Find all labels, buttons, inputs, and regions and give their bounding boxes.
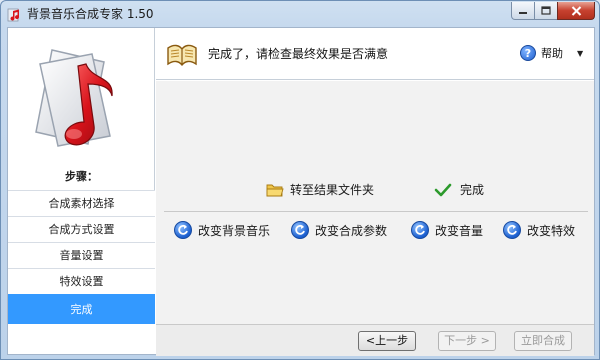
app-music-icon: [7, 8, 20, 22]
divider: [164, 211, 588, 212]
step-finish[interactable]: 完成: [8, 294, 155, 324]
action-label: 改变背景音乐: [198, 223, 271, 238]
steps-sidebar: 步骤： 合成素材选择 合成方式设置 音量设置 特效设置 完成: [8, 28, 155, 324]
finish-label: 完成: [460, 183, 485, 197]
wizard-button-bar: <上一步 下一步 > 立即合成: [156, 324, 594, 356]
page-header: 完成了，请检查最终效果是否满意 ? 帮助 ▼: [156, 28, 594, 80]
title-bar[interactable]: 背景音乐合成专家 1.50: [1, 1, 599, 27]
music-logo-icon: [35, 49, 113, 147]
maximize-icon: [541, 6, 551, 15]
chevron-down-icon: ▼: [577, 48, 584, 58]
maximize-button[interactable]: [534, 2, 558, 20]
check-icon: [434, 183, 452, 196]
refresh-arrow-icon: [174, 221, 192, 239]
finish-link[interactable]: 完成: [434, 181, 484, 198]
minimize-button[interactable]: [511, 2, 535, 20]
step-volume[interactable]: 音量设置: [8, 242, 155, 268]
next-button[interactable]: 下一步 >: [438, 331, 496, 351]
action-label: 改变音量: [435, 223, 484, 238]
step-material-select[interactable]: 合成素材选择: [8, 190, 155, 216]
step-label: 合成方式设置: [48, 223, 115, 236]
page-title: 完成了，请检查最终效果是否满意: [208, 47, 389, 61]
steps-title: 步骤：: [65, 170, 98, 183]
refresh-arrow-icon: [291, 221, 309, 239]
close-icon: [571, 5, 581, 16]
goto-folder-label: 转至结果文件夹: [290, 183, 375, 197]
window-title: 背景音乐合成专家 1.50: [27, 7, 154, 21]
action-label: 改变特效: [527, 223, 576, 238]
change-effects-link[interactable]: 改变特效: [503, 221, 575, 239]
help-icon: ?: [520, 45, 536, 61]
change-params-link[interactable]: 改变合成参数: [291, 221, 387, 239]
main-content: 转至结果文件夹 完成 改变背景音乐 改变合成参数 改变音量 改变特效: [156, 81, 594, 324]
help-label: 帮助: [541, 47, 563, 60]
close-button[interactable]: [557, 2, 595, 20]
client-area: 步骤： 合成素材选择 合成方式设置 音量设置 特效设置 完成 完成了，请检查最终…: [7, 27, 595, 356]
refresh-arrow-icon: [411, 221, 429, 239]
folder-icon: [266, 184, 284, 196]
app-window: 背景音乐合成专家 1.50 步骤： 合成素材选择 合成方式设置 音量设置 特效设…: [0, 0, 600, 360]
step-label: 音量设置: [59, 249, 104, 262]
change-volume-link[interactable]: 改变音量: [411, 221, 483, 239]
step-effects[interactable]: 特效设置: [8, 268, 155, 294]
step-label: 合成素材选择: [48, 197, 115, 210]
minimize-icon: [519, 11, 527, 14]
goto-result-folder-link[interactable]: 转至结果文件夹: [266, 181, 374, 198]
refresh-arrow-icon: [503, 221, 521, 239]
step-label: 完成: [70, 303, 93, 316]
book-icon: [167, 44, 197, 67]
prev-button[interactable]: <上一步: [358, 331, 416, 351]
step-merge-mode[interactable]: 合成方式设置: [8, 216, 155, 242]
step-label: 特效设置: [59, 275, 104, 288]
help-menu[interactable]: ? 帮助 ▼: [520, 45, 583, 61]
merge-now-button[interactable]: 立即合成: [514, 331, 572, 351]
change-bgm-link[interactable]: 改变背景音乐: [174, 221, 270, 239]
action-label: 改变合成参数: [315, 223, 388, 238]
